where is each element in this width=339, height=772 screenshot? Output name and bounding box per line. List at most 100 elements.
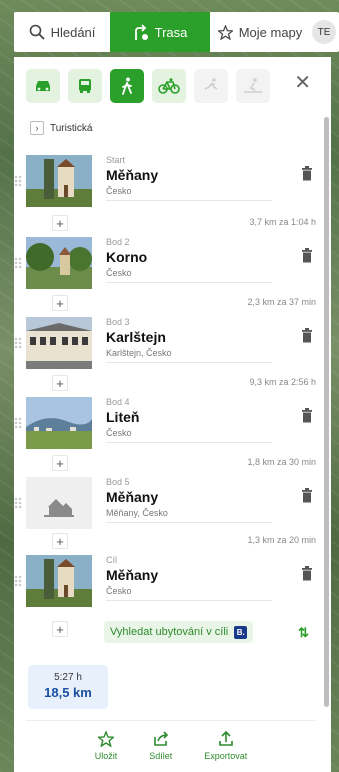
route-panel: ✕ › Turistická Start Měňany Česko + 3,7 … bbox=[14, 57, 331, 772]
run-icon bbox=[204, 78, 218, 90]
search-lodging-label: Vyhledat ubytování v cíli bbox=[110, 626, 229, 638]
export-button[interactable]: Exportovat bbox=[204, 731, 247, 772]
stop-label: Start bbox=[106, 155, 126, 165]
stop-thumbnail bbox=[26, 237, 92, 289]
mode-bike-button[interactable] bbox=[152, 69, 186, 103]
bus-icon bbox=[79, 79, 91, 93]
route-segment: + 1,3 km za 20 min bbox=[14, 533, 324, 551]
route-total-time: 5:27 h bbox=[54, 672, 82, 683]
stop-label: Bod 5 bbox=[106, 477, 130, 487]
trash-icon[interactable] bbox=[301, 565, 313, 581]
ski-icon bbox=[244, 78, 262, 93]
booking-icon: B. bbox=[234, 625, 248, 639]
list-item[interactable]: Bod 4 Liteň Česko bbox=[14, 393, 324, 453]
stop-name[interactable]: Karlštejn bbox=[106, 329, 286, 345]
stop-label: Bod 2 bbox=[106, 237, 130, 247]
segment-info: 3,7 km za 1:04 h bbox=[249, 217, 316, 227]
share-icon bbox=[153, 731, 168, 746]
stop-location: Měňany, Česko bbox=[106, 508, 272, 523]
stop-location: Karlštejn, Česko bbox=[106, 348, 272, 363]
tab-search-label: Hledání bbox=[50, 24, 96, 40]
tab-search[interactable]: Hledání bbox=[14, 12, 110, 52]
stop-name[interactable]: Měňany bbox=[106, 167, 286, 183]
star-icon bbox=[217, 24, 233, 40]
route-segment: + 3,7 km za 1:04 h bbox=[14, 215, 324, 233]
route-total-distance: 18,5 km bbox=[44, 685, 92, 700]
search-lodging-button[interactable]: Vyhledat ubytování v cíli B. bbox=[104, 621, 254, 643]
star-icon bbox=[97, 731, 114, 747]
add-stop-button[interactable]: + bbox=[52, 533, 68, 549]
mode-bus-button[interactable] bbox=[68, 69, 102, 103]
walk-icon bbox=[122, 77, 132, 95]
drag-handle-icon[interactable] bbox=[14, 175, 22, 187]
stop-name[interactable]: Měňany bbox=[106, 489, 286, 505]
share-label: Sdílet bbox=[149, 751, 173, 761]
add-stop-button[interactable]: + bbox=[52, 621, 68, 637]
add-stop-button[interactable]: + bbox=[52, 375, 68, 391]
stop-thumbnail bbox=[26, 477, 92, 529]
tab-my-maps-label: Moje mapy bbox=[238, 24, 303, 40]
route-icon bbox=[134, 24, 148, 40]
stop-thumbnail bbox=[26, 555, 92, 607]
list-item[interactable]: Start Měňany Česko bbox=[14, 151, 324, 211]
stop-label: Bod 3 bbox=[106, 317, 130, 327]
bike-icon bbox=[158, 78, 180, 94]
drag-handle-icon[interactable] bbox=[14, 337, 22, 349]
stop-location: Česko bbox=[106, 586, 272, 601]
mode-ski-button bbox=[236, 69, 270, 103]
tab-route[interactable]: Trasa bbox=[110, 12, 210, 52]
export-icon bbox=[218, 731, 233, 746]
transport-modes bbox=[26, 69, 270, 103]
mode-car-button[interactable] bbox=[26, 69, 60, 103]
stop-location: Česko bbox=[106, 428, 272, 443]
stop-name[interactable]: Měňany bbox=[106, 567, 286, 583]
list-item[interactable]: Cíl Měňany Česko bbox=[14, 551, 324, 611]
top-navigation: Hledání Trasa Moje mapy TE bbox=[14, 12, 339, 52]
stop-thumbnail bbox=[26, 397, 92, 449]
drag-handle-icon[interactable] bbox=[14, 575, 22, 587]
route-segment: + 2,3 km za 37 min bbox=[14, 295, 324, 313]
segment-info: 1,8 km za 30 min bbox=[247, 457, 316, 467]
stop-name[interactable]: Liteň bbox=[106, 409, 286, 425]
add-stop-button[interactable]: + bbox=[52, 295, 68, 311]
route-summary: 5:27 h 18,5 km bbox=[28, 665, 108, 709]
list-item[interactable]: Bod 2 Korno Česko bbox=[14, 233, 324, 293]
stop-thumbnail bbox=[26, 155, 92, 207]
scrollbar[interactable] bbox=[324, 117, 329, 707]
stop-label: Cíl bbox=[106, 555, 117, 565]
list-item[interactable]: Bod 3 Karlštejn Karlštejn, Česko bbox=[14, 313, 324, 373]
stop-name[interactable]: Korno bbox=[106, 249, 286, 265]
segment-info: 1,3 km za 20 min bbox=[247, 535, 316, 545]
export-label: Exportovat bbox=[204, 751, 248, 761]
route-type-label: Turistická bbox=[50, 122, 93, 134]
save-button[interactable]: Uložit bbox=[95, 731, 117, 772]
add-stop-button[interactable]: + bbox=[52, 455, 68, 471]
drag-handle-icon[interactable] bbox=[14, 497, 22, 509]
close-icon[interactable]: ✕ bbox=[294, 73, 311, 93]
segment-info: 2,3 km za 37 min bbox=[247, 297, 316, 307]
route-actions: Uložit Sdílet Exportovat bbox=[26, 720, 316, 772]
list-item[interactable]: Bod 5 Měňany Měňany, Česko bbox=[14, 473, 324, 533]
stop-location: Česko bbox=[106, 186, 272, 201]
drag-handle-icon[interactable] bbox=[14, 257, 22, 269]
lodging-row: + Vyhledat ubytování v cíli B. ⇅ bbox=[14, 621, 324, 645]
route-type-selector[interactable]: › Turistická bbox=[30, 121, 92, 135]
car-icon bbox=[36, 81, 50, 91]
segment-info: 9,3 km za 2:56 h bbox=[249, 377, 316, 387]
share-button[interactable]: Sdílet bbox=[149, 731, 172, 772]
swap-icon[interactable]: ⇅ bbox=[298, 625, 309, 641]
trash-icon[interactable] bbox=[301, 407, 313, 423]
chevron-right-icon: › bbox=[30, 121, 44, 135]
stop-thumbnail bbox=[26, 317, 92, 369]
mode-run-button bbox=[194, 69, 228, 103]
route-segment: + 9,3 km za 2:56 h bbox=[14, 375, 324, 393]
avatar[interactable]: TE bbox=[312, 20, 336, 44]
drag-handle-icon[interactable] bbox=[14, 417, 22, 429]
trash-icon[interactable] bbox=[301, 487, 313, 503]
mode-walk-button[interactable] bbox=[110, 69, 144, 103]
trash-icon[interactable] bbox=[301, 327, 313, 343]
tab-my-maps[interactable]: Moje mapy bbox=[210, 12, 310, 52]
trash-icon[interactable] bbox=[301, 247, 313, 263]
trash-icon[interactable] bbox=[301, 165, 313, 181]
add-stop-button[interactable]: + bbox=[52, 215, 68, 231]
